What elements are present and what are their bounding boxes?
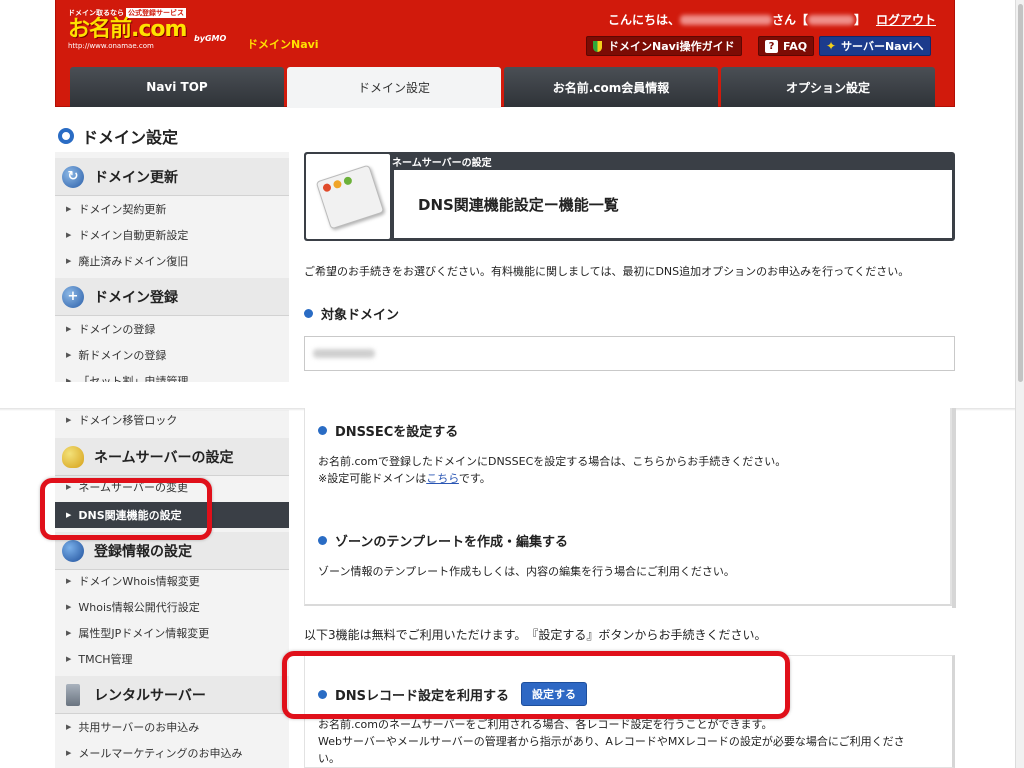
feature-header-box: ネームサーバーの設定 DNS関連機能設定ー機能一覧	[304, 152, 955, 241]
circle-bullet-icon	[58, 128, 74, 144]
question-icon: ?	[765, 39, 778, 53]
sidebar-heading-nameserver: ネームサーバーの設定	[55, 438, 289, 476]
zone-template-heading[interactable]: ゾーンのテンプレートを作成・編集する	[318, 531, 568, 550]
free-features-text: 以下3機能は無料でご利用いただけます。 『設定する』ボタンからお手続きください。	[304, 628, 767, 642]
tab-member-info[interactable]: お名前.com会員情報	[504, 67, 718, 107]
target-domain-field	[304, 336, 955, 371]
arrow-right-icon: ▶	[66, 257, 72, 265]
arrow-right-icon: ▶	[66, 723, 72, 731]
globe-icon	[62, 539, 84, 562]
browser-window-icon	[315, 164, 385, 230]
plus-icon: +	[62, 285, 84, 308]
server-navi-button[interactable]: ✦ サーバーNaviへ	[819, 36, 931, 56]
sidebar-item-auto-renewal[interactable]: ▶ ドメイン自動更新設定	[55, 222, 289, 248]
redacted-username	[679, 14, 772, 25]
sidebar-item-mail-marketing[interactable]: ▶ メールマーケティングのお申込み	[55, 740, 289, 766]
tab-navi-top[interactable]: Navi TOP	[70, 67, 284, 107]
sidebar-item-whois-proxy[interactable]: ▶ Whois情報公開代行設定	[55, 594, 289, 620]
dns-record-description: お名前.comのネームサーバーをご利用される場合、各レコード設定を行うことができ…	[318, 718, 905, 765]
page-title: ドメイン設定	[58, 124, 178, 148]
arrow-right-icon: ▶	[66, 629, 72, 637]
arrow-right-icon: ▶	[66, 749, 72, 757]
tab-domain-settings[interactable]: ドメイン設定	[287, 67, 501, 108]
sidebar-heading-rental-server: レンタルサーバー	[55, 676, 289, 714]
gmo-logo: byGMO	[194, 34, 227, 43]
tab-option-settings[interactable]: オプション設定	[721, 67, 935, 107]
sidebar-item-register-new-domain[interactable]: ▶ 新ドメインの登録	[55, 342, 289, 368]
dnssec-description: お名前.comで登録したドメインにDNSSECを設定する場合は、こちらからお手続…	[318, 455, 787, 485]
active-item-pointer	[280, 502, 289, 526]
window-illustration	[306, 154, 390, 239]
sidebar: ↻ ドメイン更新 ▶ ドメイン契約更新 ▶ ドメイン自動更新設定 ▶ 廃止済みドメイン…	[55, 152, 289, 768]
logout-link[interactable]: ログアウト	[876, 11, 936, 28]
arrow-right-icon: ▶	[66, 577, 72, 585]
arrow-right-icon: ▶	[66, 205, 72, 213]
zone-template-description: ゾーン情報のテンプレート作成もしくは、内容の編集を行う場合にご利用ください。	[318, 565, 735, 578]
sidebar-item-tmch[interactable]: ▶ TMCH管理	[55, 646, 289, 672]
highlight-dns-settings	[40, 478, 212, 540]
globe-person-icon	[62, 445, 84, 468]
sidebar-heading-renew: ↻ ドメイン更新	[55, 158, 289, 196]
site-header: ドメイン取るなら 公式登録サービス お名前.com http://www.onam…	[55, 0, 955, 108]
dnssec-heading[interactable]: DNSSECを設定する	[318, 421, 458, 440]
sidebar-heading-register: + ドメイン登録	[55, 278, 289, 316]
greeting: こんにちは、 さん【 】 ログアウト	[607, 11, 936, 28]
navi-title: ドメインNavi	[247, 38, 319, 51]
arrow-right-icon: ▶	[66, 351, 72, 359]
sidebar-item-whois-change[interactable]: ▶ ドメインWhois情報変更	[55, 568, 289, 594]
highlight-dns-record	[282, 651, 790, 719]
sidebar-item-jp-domain-info[interactable]: ▶ 属性型JPドメイン情報変更	[55, 620, 289, 646]
arrow-right-icon: ▶	[66, 416, 72, 424]
bullet-dot-icon	[318, 536, 327, 545]
arrow-right-icon: ▶	[66, 655, 72, 663]
sparkle-icon: ✦	[826, 39, 837, 53]
box-label: ネームサーバーの設定	[392, 158, 492, 169]
sidebar-item-contract-renewal[interactable]: ▶ ドメイン契約更新	[55, 196, 289, 222]
box-title: DNS関連機能設定ー機能一覧	[394, 170, 952, 238]
arrow-right-icon: ▶	[66, 603, 72, 611]
bullet-dot-icon	[318, 426, 327, 435]
main-tabs: Navi TOP ドメイン設定 お名前.com会員情報 オプション設定	[70, 67, 938, 108]
redacted-domain	[313, 349, 375, 358]
renew-icon: ↻	[62, 165, 84, 188]
redacted-user-id	[807, 14, 854, 25]
sidebar-item-register-domain[interactable]: ▶ ドメインの登録	[55, 316, 289, 342]
faq-button[interactable]: ? FAQ	[758, 36, 815, 56]
arrow-right-icon: ▶	[66, 325, 72, 333]
screenshot-break	[0, 382, 1024, 410]
server-icon	[66, 683, 80, 706]
sidebar-item-restore-domain[interactable]: ▶ 廃止済みドメイン復旧	[55, 248, 289, 274]
target-domain-heading: 対象ドメイン	[304, 304, 399, 323]
onamae-logo[interactable]: ドメイン取るなら 公式登録サービス お名前.com http://www.onam…	[68, 8, 188, 52]
bullet-dot-icon	[304, 309, 313, 318]
intro-text: ご希望のお手続きをお選びください。有料機能に関しましては、最初にDNS追加オプシ…	[304, 265, 910, 278]
vertical-scrollbar[interactable]	[1015, 0, 1024, 768]
guide-button[interactable]: ドメインNavi操作ガイド	[586, 36, 742, 56]
arrow-right-icon: ▶	[66, 231, 72, 239]
supported-domains-link[interactable]: こちら	[426, 472, 459, 485]
scrollbar-thumb[interactable]	[1018, 4, 1023, 382]
beginner-leaf-icon	[593, 40, 602, 52]
sidebar-item-shared-server[interactable]: ▶ 共用サーバーのお申込み	[55, 714, 289, 740]
